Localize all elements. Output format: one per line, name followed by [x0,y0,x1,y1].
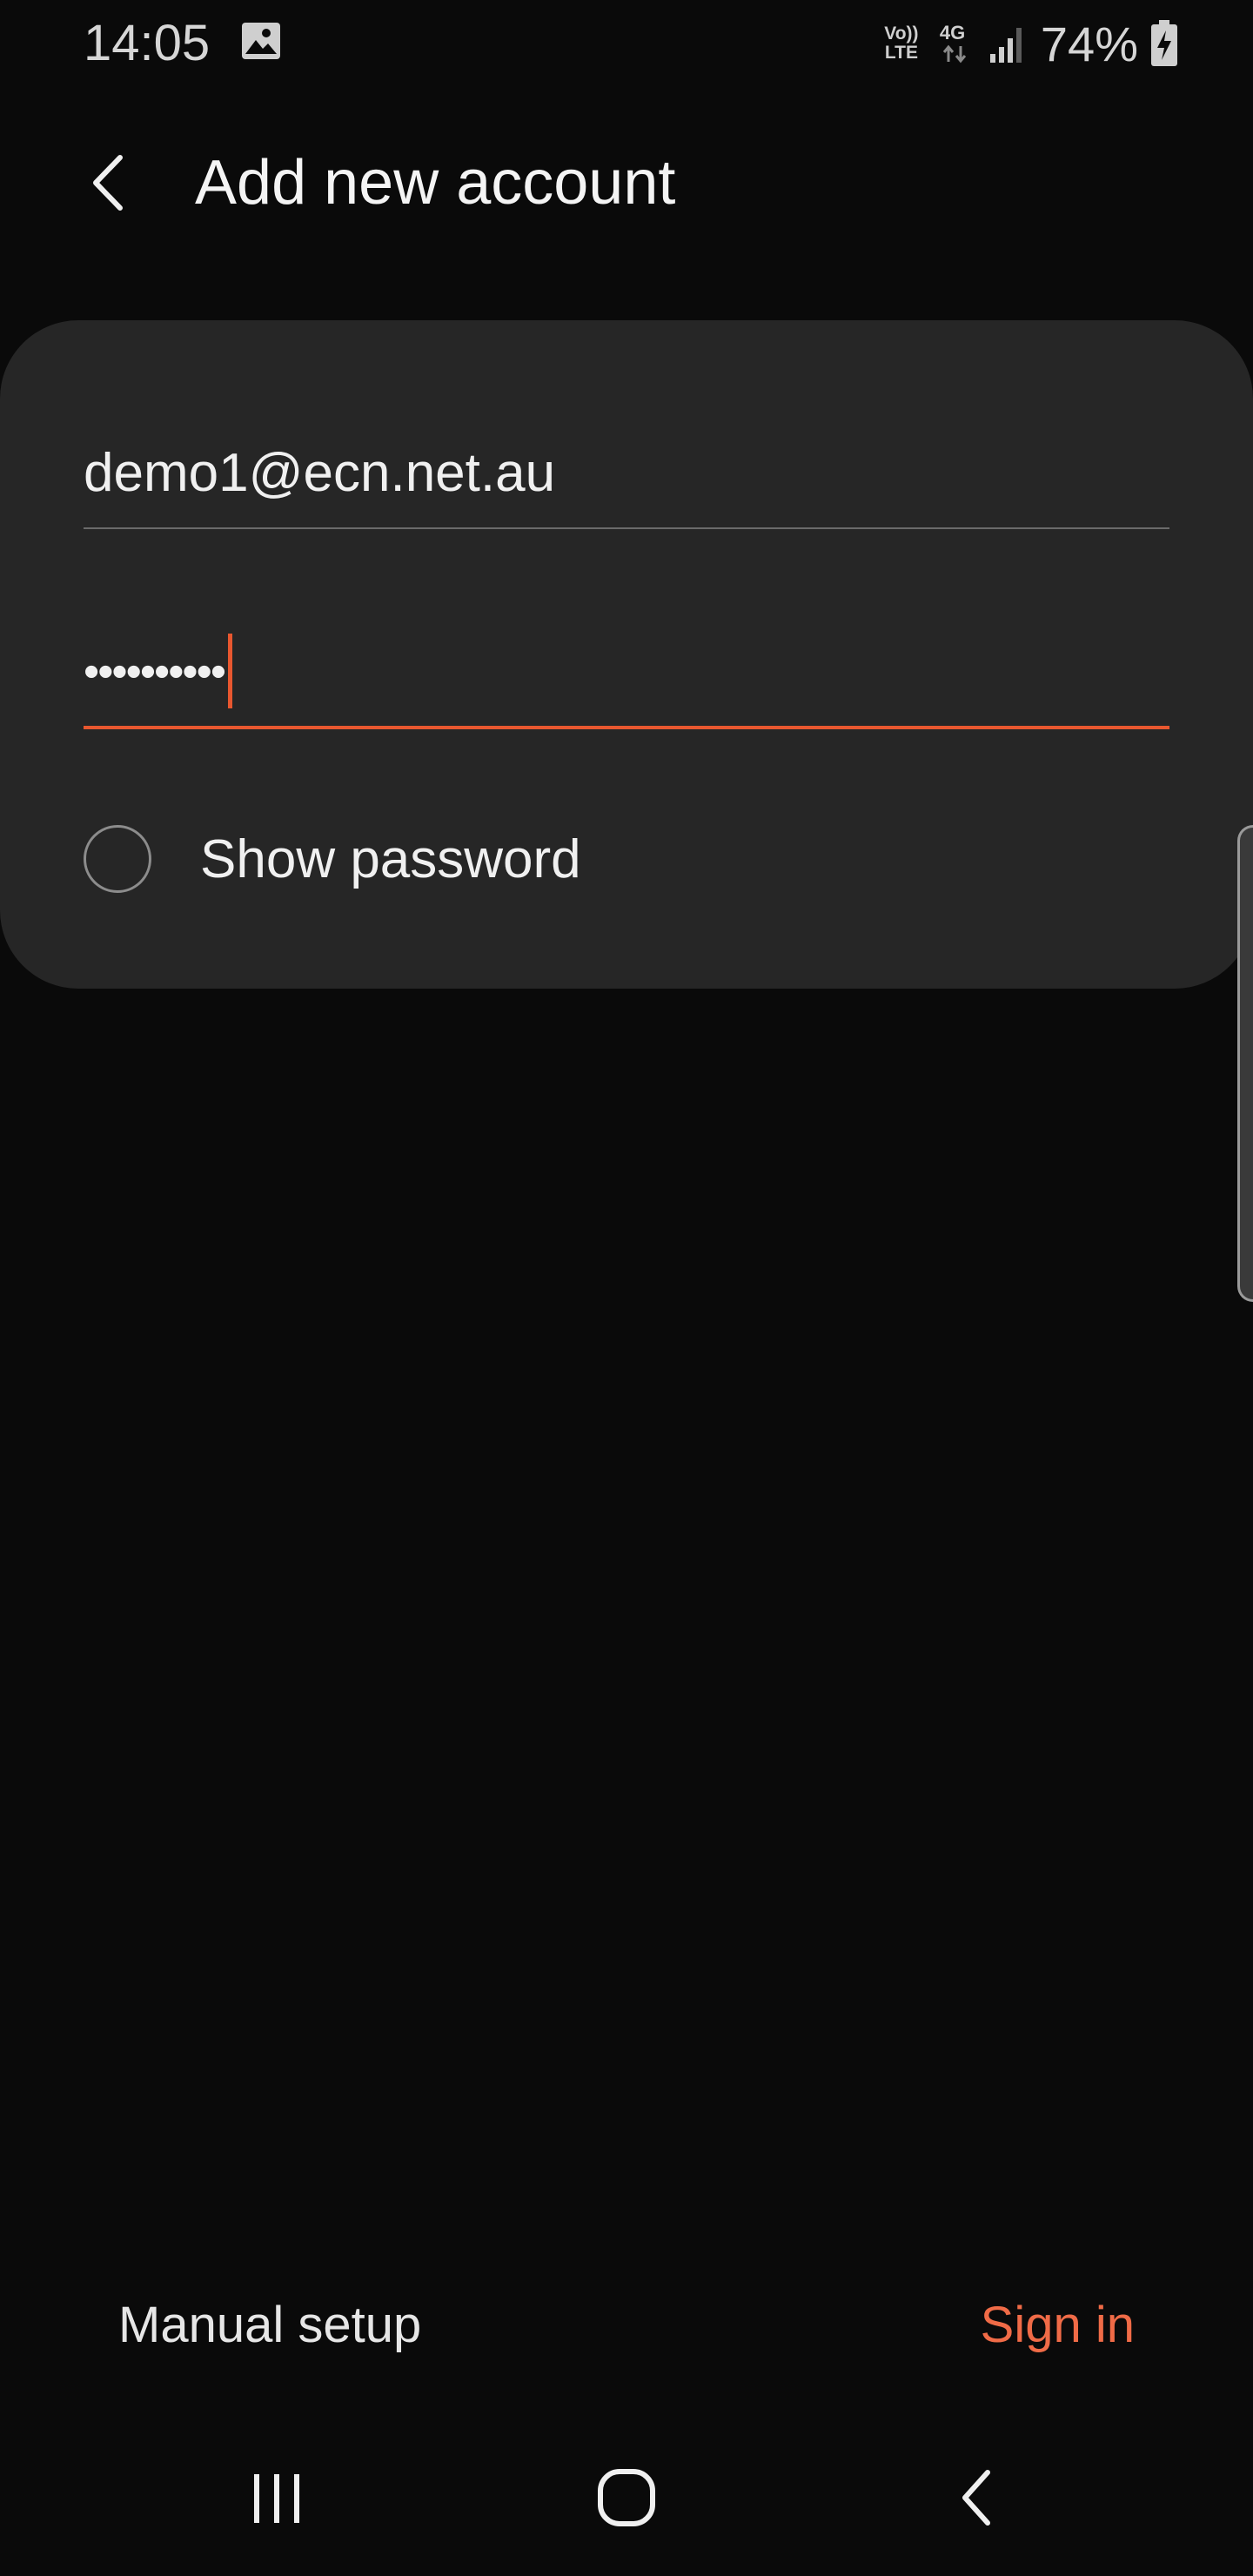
volte-icon: Vo)) LTE [879,24,924,63]
recents-button[interactable] [233,2463,320,2532]
sign-in-button[interactable]: Sign in [981,2296,1135,2354]
back-button[interactable] [933,2463,1020,2532]
password-field[interactable]: •••••••••• [84,625,1169,729]
bottom-actions: Manual setup Sign in [0,2280,1253,2376]
manual-setup-button[interactable]: Manual setup [118,2296,421,2354]
status-time: 14:05 [84,15,211,71]
email-value: demo1@ecn.net.au [84,443,556,503]
home-button[interactable] [583,2463,670,2532]
volte-bottom-label: LTE [884,43,918,63]
account-form-card: demo1@ecn.net.au •••••••••• Show passwor… [0,320,1253,989]
status-icons: Vo)) LTE 4G 74% [879,12,1178,75]
show-password-toggle[interactable]: Show password [84,822,581,896]
home-icon [598,2469,655,2526]
show-password-label: Show password [200,828,581,889]
password-value-wrap: •••••••••• [84,634,233,712]
back-icon [962,2470,990,2526]
battery-charging-icon [1151,20,1177,66]
email-field[interactable]: demo1@ecn.net.au [84,432,1169,529]
status-bar: 14:05 Vo)) LTE 4G 74% [0,0,1253,87]
app-bar: Add new account [0,122,1253,244]
4g-icon: 4G [936,20,975,67]
recents-icon [254,2474,299,2523]
page-title: Add new account [195,148,676,218]
back-arrow-icon[interactable] [84,152,132,213]
network-label: 4G [939,22,966,44]
scroll-handle[interactable] [1237,825,1253,1302]
battery-percent: 74% [1040,16,1138,71]
gallery-icon [242,23,280,59]
password-value: •••••••••• [84,647,226,697]
volte-top-label: Vo)) [884,23,919,44]
show-password-checkbox[interactable] [84,825,151,893]
navigation-bar [0,2419,1253,2576]
signal-icon [989,28,1022,63]
text-cursor [228,634,233,709]
